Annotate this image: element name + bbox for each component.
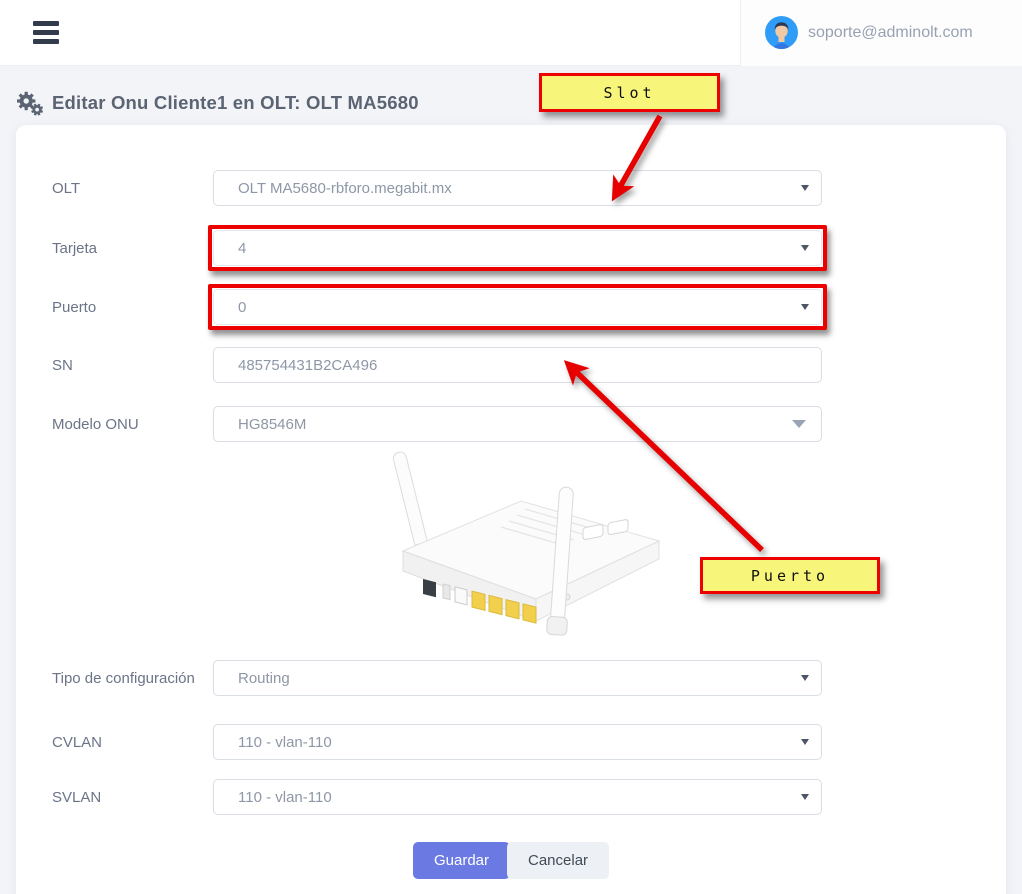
- save-button[interactable]: Guardar: [413, 842, 510, 879]
- form-actions: Guardar Cancelar: [52, 842, 970, 879]
- puerto-label: Puerto: [52, 297, 213, 318]
- form-row-puerto: Puerto 0: [52, 284, 970, 330]
- puerto-highlight-box: 0: [208, 284, 827, 330]
- puerto-select[interactable]: 0: [213, 289, 822, 325]
- sn-input[interactable]: [213, 347, 822, 383]
- modelo-onu-select-value: HG8546M: [238, 416, 306, 433]
- modelo-onu-select[interactable]: HG8546M: [213, 406, 822, 442]
- cancel-button[interactable]: Cancelar: [507, 842, 609, 879]
- chevron-down-icon: [801, 739, 809, 745]
- tarjeta-label: Tarjeta: [52, 238, 213, 259]
- svlan-select-value: 110 - vlan-110: [238, 789, 332, 806]
- chevron-down-icon: [792, 420, 806, 428]
- svlan-select[interactable]: 110 - vlan-110: [213, 779, 822, 815]
- cogs-icon: [16, 91, 43, 116]
- cvlan-select-value: 110 - vlan-110: [238, 734, 332, 751]
- hamburger-menu-icon[interactable]: [33, 21, 59, 44]
- puerto-select-value: 0: [238, 299, 246, 316]
- tipo-configuracion-select[interactable]: Routing: [213, 660, 822, 696]
- form-row-cvlan: CVLAN 110 - vlan-110: [52, 724, 970, 760]
- sn-label: SN: [52, 355, 213, 376]
- tarjeta-select[interactable]: 4: [213, 230, 822, 266]
- form-row-modelo-onu: Modelo ONU HG8546M: [52, 406, 970, 442]
- chevron-down-icon: [801, 304, 809, 310]
- chevron-down-icon: [801, 185, 809, 191]
- cvlan-select[interactable]: 110 - vlan-110: [213, 724, 822, 760]
- form-row-olt: OLT OLT MA5680-rbforo.megabit.mx: [52, 170, 970, 206]
- user-avatar: [765, 16, 798, 49]
- page-title: Editar Onu Cliente1 en OLT: OLT MA5680: [52, 92, 419, 114]
- app-window: soporte@adminolt.com: [0, 0, 1022, 894]
- top-navbar: soporte@adminolt.com: [0, 0, 1022, 66]
- user-email: soporte@adminolt.com: [808, 24, 973, 42]
- olt-select-value: OLT MA5680-rbforo.megabit.mx: [238, 180, 452, 197]
- form-row-tipo-configuracion: Tipo de configuración Routing: [52, 660, 970, 696]
- olt-label: OLT: [52, 178, 213, 199]
- olt-select[interactable]: OLT MA5680-rbforo.megabit.mx: [213, 170, 822, 206]
- tipo-configuracion-label: Tipo de configuración: [52, 668, 213, 689]
- form-row-sn: SN: [52, 347, 970, 383]
- tipo-configuracion-select-value: Routing: [238, 670, 290, 687]
- chevron-down-icon: [801, 794, 809, 800]
- svlan-label: SVLAN: [52, 787, 213, 808]
- tarjeta-highlight-box: 4: [208, 225, 827, 271]
- modelo-onu-label: Modelo ONU: [52, 414, 213, 435]
- chevron-down-icon: [801, 245, 809, 251]
- page-header: Editar Onu Cliente1 en OLT: OLT MA5680: [16, 90, 1022, 116]
- form-row-svlan: SVLAN 110 - vlan-110: [52, 779, 970, 815]
- chevron-down-icon: [801, 675, 809, 681]
- form-row-tarjeta: Tarjeta 4: [52, 225, 970, 271]
- edit-onu-card: OLT OLT MA5680-rbforo.megabit.mx Tarjeta…: [16, 125, 1006, 894]
- tarjeta-select-value: 4: [238, 240, 246, 257]
- cvlan-label: CVLAN: [52, 732, 213, 753]
- onu-product-image: [52, 449, 970, 644]
- user-menu[interactable]: soporte@adminolt.com: [740, 0, 1022, 66]
